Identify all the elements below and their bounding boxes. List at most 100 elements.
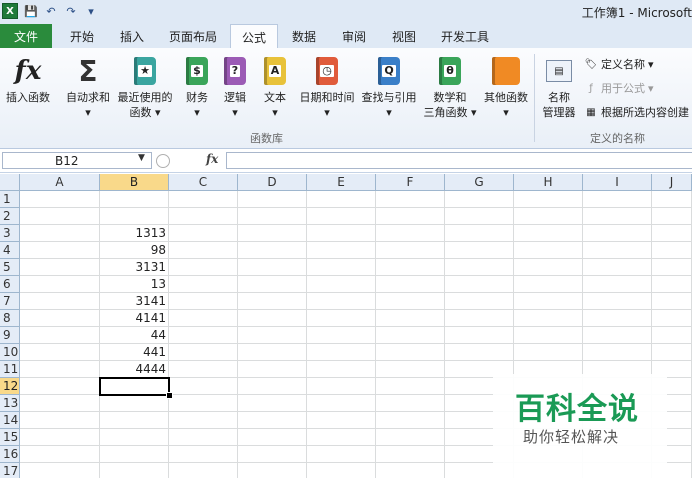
cell-d16[interactable]	[238, 446, 307, 463]
column-header-i[interactable]: I	[583, 174, 652, 191]
cell-a3[interactable]	[20, 225, 100, 242]
cell-i10[interactable]	[583, 344, 652, 361]
cell-b9[interactable]: 44	[100, 327, 169, 344]
cell-f14[interactable]	[376, 412, 445, 429]
logical-button[interactable]: ? 逻辑 ▾	[218, 52, 252, 120]
use-in-formula-button[interactable]: ƒ 用于公式 ▾	[584, 80, 653, 96]
cell-e11[interactable]	[307, 361, 376, 378]
row-header-5[interactable]: 5	[0, 259, 20, 276]
column-header-a[interactable]: A	[20, 174, 100, 191]
tab-insert[interactable]: 插入	[110, 24, 154, 48]
cell-c11[interactable]	[169, 361, 238, 378]
cell-j5[interactable]	[652, 259, 692, 276]
cell-h5[interactable]	[514, 259, 583, 276]
cell-a17[interactable]	[20, 463, 100, 478]
cell-c4[interactable]	[169, 242, 238, 259]
cell-f1[interactable]	[376, 191, 445, 208]
cell-e6[interactable]	[307, 276, 376, 293]
cell-b2[interactable]	[100, 208, 169, 225]
cell-e1[interactable]	[307, 191, 376, 208]
cell-g3[interactable]	[445, 225, 514, 242]
tab-file[interactable]: 文件	[0, 24, 52, 48]
cell-b4[interactable]: 98	[100, 242, 169, 259]
cell-i5[interactable]	[583, 259, 652, 276]
cell-j4[interactable]	[652, 242, 692, 259]
cell-e14[interactable]	[307, 412, 376, 429]
cell-j10[interactable]	[652, 344, 692, 361]
cell-f6[interactable]	[376, 276, 445, 293]
cell-i1[interactable]	[583, 191, 652, 208]
cell-h4[interactable]	[514, 242, 583, 259]
cell-j7[interactable]	[652, 293, 692, 310]
cell-i3[interactable]	[583, 225, 652, 242]
tab-developer[interactable]: 开发工具	[432, 24, 498, 48]
row-header-10[interactable]: 10	[0, 344, 20, 361]
column-header-f[interactable]: F	[376, 174, 445, 191]
insert-function-icon[interactable]: fx	[206, 152, 218, 166]
cell-e4[interactable]	[307, 242, 376, 259]
cell-e2[interactable]	[307, 208, 376, 225]
row-header-13[interactable]: 13	[0, 395, 20, 412]
cell-c6[interactable]	[169, 276, 238, 293]
cell-e17[interactable]	[307, 463, 376, 478]
cell-f12[interactable]	[376, 378, 445, 395]
cell-d10[interactable]	[238, 344, 307, 361]
cell-g5[interactable]	[445, 259, 514, 276]
cell-d4[interactable]	[238, 242, 307, 259]
cell-e12[interactable]	[307, 378, 376, 395]
cell-e5[interactable]	[307, 259, 376, 276]
cell-a15[interactable]	[20, 429, 100, 446]
cell-d17[interactable]	[238, 463, 307, 478]
row-header-12[interactable]: 12	[0, 378, 20, 395]
cell-g9[interactable]	[445, 327, 514, 344]
insert-function-button[interactable]: fx 插入函数	[4, 52, 52, 105]
cell-i8[interactable]	[583, 310, 652, 327]
cell-j9[interactable]	[652, 327, 692, 344]
cell-b6[interactable]: 13	[100, 276, 169, 293]
cell-c5[interactable]	[169, 259, 238, 276]
cell-b10[interactable]: 441	[100, 344, 169, 361]
cell-c16[interactable]	[169, 446, 238, 463]
row-header-2[interactable]: 2	[0, 208, 20, 225]
cell-b13[interactable]	[100, 395, 169, 412]
row-header-6[interactable]: 6	[0, 276, 20, 293]
tab-data[interactable]: 数据	[282, 24, 326, 48]
cell-b17[interactable]	[100, 463, 169, 478]
lookup-reference-button[interactable]: Q 查找与引用 ▾	[360, 52, 418, 120]
cell-c3[interactable]	[169, 225, 238, 242]
cell-e15[interactable]	[307, 429, 376, 446]
cell-f3[interactable]	[376, 225, 445, 242]
cell-d11[interactable]	[238, 361, 307, 378]
cell-d12[interactable]	[238, 378, 307, 395]
cell-j6[interactable]	[652, 276, 692, 293]
cell-a12[interactable]	[20, 378, 100, 395]
chevron-down-icon[interactable]: ▼	[138, 153, 145, 163]
cell-f13[interactable]	[376, 395, 445, 412]
cell-j3[interactable]	[652, 225, 692, 242]
cell-f4[interactable]	[376, 242, 445, 259]
cell-c9[interactable]	[169, 327, 238, 344]
cell-g1[interactable]	[445, 191, 514, 208]
cell-a9[interactable]	[20, 327, 100, 344]
cell-a14[interactable]	[20, 412, 100, 429]
cell-e16[interactable]	[307, 446, 376, 463]
cell-c10[interactable]	[169, 344, 238, 361]
save-icon[interactable]: 💾	[24, 4, 38, 18]
cell-a10[interactable]	[20, 344, 100, 361]
row-header-4[interactable]: 4	[0, 242, 20, 259]
cell-c15[interactable]	[169, 429, 238, 446]
cell-f10[interactable]	[376, 344, 445, 361]
cell-a1[interactable]	[20, 191, 100, 208]
name-box[interactable]: B12	[2, 152, 152, 169]
cell-i2[interactable]	[583, 208, 652, 225]
cell-h3[interactable]	[514, 225, 583, 242]
cell-f2[interactable]	[376, 208, 445, 225]
cell-a7[interactable]	[20, 293, 100, 310]
undo-icon[interactable]: ↶	[44, 4, 58, 18]
cell-d14[interactable]	[238, 412, 307, 429]
cell-i9[interactable]	[583, 327, 652, 344]
define-name-button[interactable]: 🏷 定义名称 ▾	[584, 56, 654, 72]
cell-d6[interactable]	[238, 276, 307, 293]
cell-b14[interactable]	[100, 412, 169, 429]
cell-g7[interactable]	[445, 293, 514, 310]
